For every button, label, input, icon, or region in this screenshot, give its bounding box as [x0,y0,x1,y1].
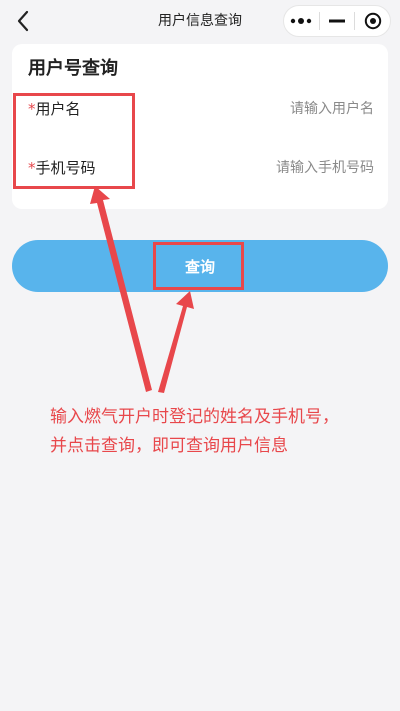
required-mark: * [28,159,36,177]
username-input[interactable] [184,96,374,122]
close-circle-icon [364,12,381,30]
query-button[interactable]: 查询 [12,240,388,292]
screen: 用户信息查询 用户号查询 *用户名 请输入用户名 *手机号码 请输入手机号码 查… [0,0,400,711]
back-button[interactable] [6,4,40,38]
query-form-card: 用户号查询 *用户名 *手机号码 [12,44,388,209]
annotation-line-2: 并点击查询，即可查询用户信息 [50,436,288,456]
minimize-button[interactable] [320,6,355,36]
close-mini-program-button[interactable] [355,6,390,36]
phone-input[interactable] [184,155,374,181]
annotation-note: 输入燃气开户时登记的姓名及手机号， 并点击查询，即可查询用户信息 [50,403,380,461]
more-button[interactable] [284,6,319,36]
username-label: *用户名 [28,98,81,119]
minimize-icon [329,19,345,23]
annotation-line-1: 输入燃气开户时登记的姓名及手机号， [50,407,339,427]
arrow-to-button [158,291,194,393]
more-dots-icon [291,18,312,24]
card-title: 用户号查询 [28,58,118,79]
form-row-username: *用户名 [12,94,388,124]
username-label-text: 用户名 [35,100,81,118]
phone-label: *手机号码 [28,157,96,178]
chevron-left-icon [17,10,29,32]
mini-program-capsule [283,5,391,37]
navbar: 用户信息查询 [0,0,400,44]
required-mark: * [28,100,36,118]
phone-label-text: 手机号码 [35,159,96,177]
query-button-label: 查询 [184,257,215,276]
form-row-phone: *手机号码 [12,153,388,183]
